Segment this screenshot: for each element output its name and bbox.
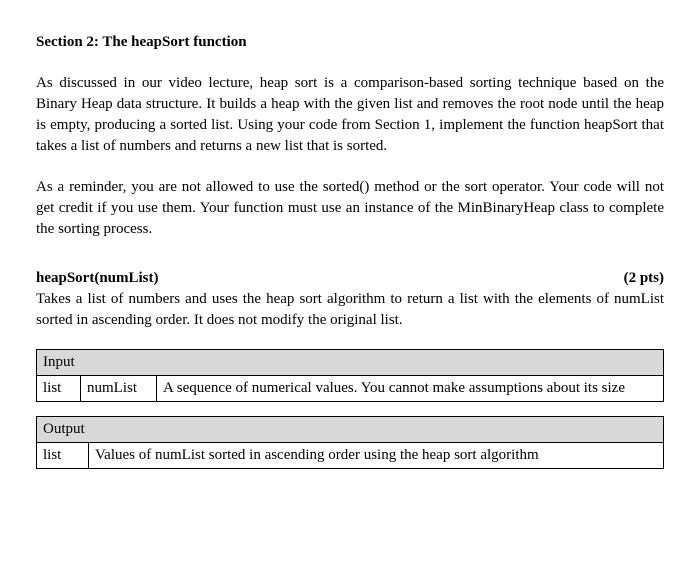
spec-header: heapSort(numList) (2 pts) bbox=[36, 268, 664, 289]
input-name-cell: numList bbox=[81, 376, 157, 402]
paragraph-1: As discussed in our video lecture, heap … bbox=[36, 73, 664, 157]
input-table: Input list numList A sequence of numeric… bbox=[36, 349, 664, 402]
spec-description: Takes a list of numbers and uses the hea… bbox=[36, 289, 664, 331]
input-desc-cell: A sequence of numerical values. You cann… bbox=[157, 376, 664, 402]
output-type-cell: list bbox=[37, 443, 89, 469]
output-header: Output bbox=[37, 417, 664, 443]
table-row: list numList A sequence of numerical val… bbox=[37, 376, 664, 402]
input-header: Input bbox=[37, 350, 664, 376]
table-row: list Values of numList sorted in ascendi… bbox=[37, 443, 664, 469]
paragraph-2: As a reminder, you are not allowed to us… bbox=[36, 177, 664, 240]
spec-points: (2 pts) bbox=[624, 268, 664, 289]
table-header-row: Output bbox=[37, 417, 664, 443]
input-type-cell: list bbox=[37, 376, 81, 402]
table-header-row: Input bbox=[37, 350, 664, 376]
spec-name: heapSort(numList) bbox=[36, 268, 159, 289]
output-desc-cell: Values of numList sorted in ascending or… bbox=[89, 443, 664, 469]
output-table: Output list Values of numList sorted in … bbox=[36, 416, 664, 469]
section-title: Section 2: The heapSort function bbox=[36, 32, 664, 53]
